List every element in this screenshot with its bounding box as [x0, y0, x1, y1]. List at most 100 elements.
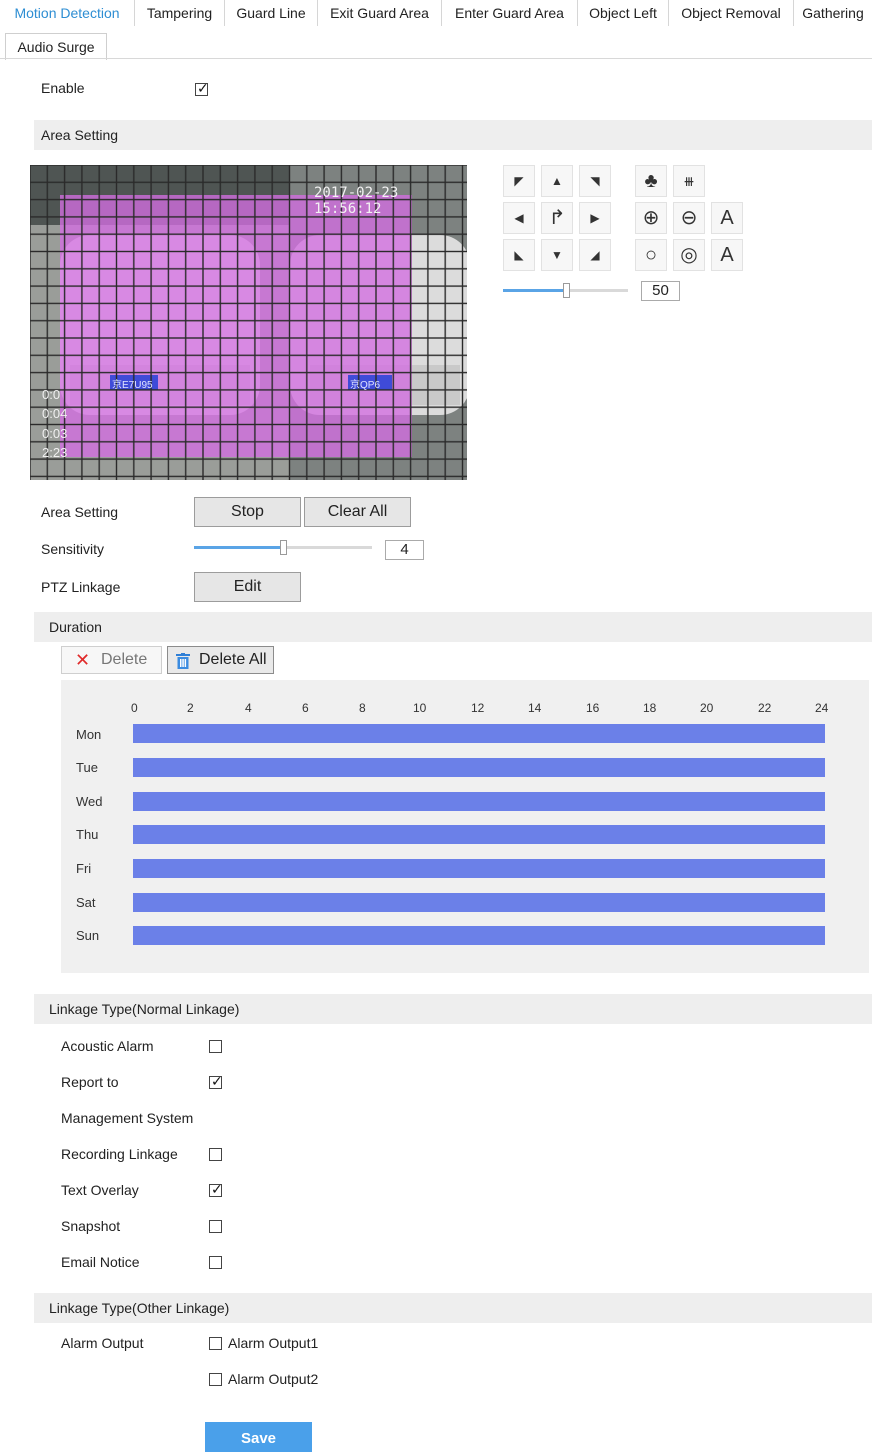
- iris-close-icon[interactable]: ◎: [673, 239, 705, 271]
- tab-motion-detection[interactable]: Motion Detection: [0, 0, 135, 26]
- ptz-speed-fill: [503, 289, 565, 292]
- focus-far-icon[interactable]: ⧻: [673, 165, 705, 197]
- tab-object-removal[interactable]: Object Removal: [669, 0, 794, 26]
- ptz-left-icon[interactable]: ◀: [503, 202, 535, 234]
- schedule-bar-fri[interactable]: [133, 859, 825, 878]
- email-notice-label: Email Notice: [61, 1254, 140, 1270]
- schedule-bar-thu[interactable]: [133, 825, 825, 844]
- day-label-tue: Tue: [76, 760, 98, 775]
- tab-tampering[interactable]: Tampering: [135, 0, 225, 26]
- event-tabs: Motion Detection Tampering Guard Line Ex…: [0, 0, 872, 60]
- tab-guard-line[interactable]: Guard Line: [225, 0, 318, 26]
- enable-checkbox[interactable]: [195, 80, 209, 97]
- delete-all-button[interactable]: Delete All: [167, 646, 274, 674]
- hour-label: 20: [700, 701, 714, 715]
- plate-text-2: 京QP6: [350, 380, 381, 391]
- overlay-line-1: 0:0: [42, 387, 61, 402]
- report-to-checkbox[interactable]: [209, 1073, 223, 1090]
- sensitivity-thumb[interactable]: [280, 540, 287, 555]
- clear-all-button[interactable]: Clear All: [304, 497, 411, 527]
- tab-audio-surge[interactable]: Audio Surge: [5, 33, 107, 60]
- alarm-output1-checkbox[interactable]: [209, 1337, 222, 1350]
- other-linkage-header: Linkage Type(Other Linkage): [34, 1293, 872, 1323]
- delete-all-label: Delete All: [199, 651, 267, 668]
- hour-label: 0: [131, 701, 138, 715]
- text-overlay-checkbox[interactable]: [209, 1181, 223, 1198]
- ptz-speed-value[interactable]: 50: [641, 281, 680, 301]
- auto-iris-icon[interactable]: A: [711, 239, 743, 271]
- hour-label: 8: [359, 701, 366, 715]
- delete-button[interactable]: ✕ Delete: [61, 646, 162, 674]
- auto-focus-icon[interactable]: A: [711, 202, 743, 234]
- hour-label: 6: [302, 701, 309, 715]
- schedule-bar-wed[interactable]: [133, 792, 825, 811]
- sensitivity-value[interactable]: 4: [385, 540, 424, 560]
- hour-label: 12: [471, 701, 485, 715]
- area-setting-label: Area Setting: [41, 504, 119, 520]
- delete-label: Delete: [101, 651, 148, 668]
- trash-icon: [176, 651, 190, 669]
- recording-linkage-label: Recording Linkage: [61, 1146, 178, 1162]
- tab-exit-guard-area[interactable]: Exit Guard Area: [318, 0, 442, 26]
- hour-label: 14: [528, 701, 542, 715]
- stop-button[interactable]: Stop: [194, 497, 301, 527]
- tab-object-left[interactable]: Object Left: [578, 0, 669, 26]
- area-setting-header: Area Setting: [34, 120, 872, 150]
- schedule-grid[interactable]: 0 2 4 6 8 10 12 14 16 18 20 22 24 Mon Tu…: [61, 680, 869, 973]
- iris-open-icon[interactable]: ○: [635, 239, 667, 271]
- overlay-line-4: 2:23: [42, 445, 68, 460]
- zoom-out-icon[interactable]: ⊖: [673, 202, 705, 234]
- report-to-label: Report to: [61, 1074, 119, 1090]
- plate-text-1: 京E7U95: [112, 380, 153, 391]
- recording-linkage-checkbox[interactable]: [209, 1148, 222, 1161]
- tab-gathering[interactable]: Gathering: [794, 0, 872, 26]
- tab-enter-guard-area[interactable]: Enter Guard Area: [442, 0, 578, 26]
- hour-label: 22: [758, 701, 772, 715]
- alarm-output2-label[interactable]: Alarm Output2: [228, 1371, 318, 1387]
- day-label-mon: Mon: [76, 727, 102, 742]
- day-label-sun: Sun: [76, 928, 100, 943]
- schedule-bar-sat[interactable]: [133, 893, 825, 912]
- normal-linkage-header: Linkage Type(Normal Linkage): [34, 994, 872, 1024]
- alarm-output-label: Alarm Output: [61, 1335, 144, 1351]
- video-preview[interactable]: 2017-02-23 15:56:12 京E7U95 京QP6 0:0 0:04…: [30, 165, 467, 480]
- area-setting-header-text: Area Setting: [41, 127, 119, 143]
- day-label-thu: Thu: [76, 827, 99, 842]
- ptz-down-left-icon[interactable]: ◣: [503, 239, 535, 271]
- snapshot-checkbox[interactable]: [209, 1220, 222, 1233]
- zoom-in-icon[interactable]: ⊕: [635, 202, 667, 234]
- ptz-up-left-icon[interactable]: ◤: [503, 165, 535, 197]
- email-notice-checkbox[interactable]: [209, 1256, 222, 1269]
- save-button[interactable]: Save: [205, 1422, 312, 1452]
- acoustic-alarm-label: Acoustic Alarm: [61, 1038, 154, 1054]
- ptz-speed-thumb[interactable]: [563, 283, 570, 298]
- ptz-down-icon[interactable]: ▼: [541, 239, 573, 271]
- hour-label: 4: [245, 701, 252, 715]
- ptz-right-icon[interactable]: ▶: [579, 202, 611, 234]
- ptz-up-icon[interactable]: ▲: [541, 165, 573, 197]
- tab-divider: [0, 58, 872, 59]
- hour-label: 10: [413, 701, 427, 715]
- schedule-bar-sun[interactable]: [133, 926, 825, 945]
- duration-header: Duration: [34, 612, 872, 642]
- normal-linkage-header-text: Linkage Type(Normal Linkage): [49, 1001, 240, 1017]
- alarm-output2-checkbox[interactable]: [209, 1373, 222, 1386]
- day-label-sat: Sat: [76, 895, 96, 910]
- ptz-down-right-icon[interactable]: ◢: [579, 239, 611, 271]
- focus-near-icon[interactable]: ♣: [635, 165, 667, 197]
- duration-header-text: Duration: [49, 619, 102, 635]
- edit-button[interactable]: Edit: [194, 572, 301, 602]
- schedule-bar-tue[interactable]: [133, 758, 825, 777]
- overlay-line-2: 0:04: [42, 406, 68, 421]
- enable-label: Enable: [41, 80, 85, 96]
- hour-label: 16: [586, 701, 600, 715]
- alarm-output1-label[interactable]: Alarm Output1: [228, 1335, 318, 1351]
- delete-x-icon: ✕: [75, 650, 91, 670]
- schedule-bar-mon[interactable]: [133, 724, 825, 743]
- day-label-fri: Fri: [76, 861, 92, 876]
- hour-label: 2: [187, 701, 194, 715]
- ptz-auto-rotate-icon[interactable]: ↱: [541, 202, 573, 234]
- ptz-up-right-icon[interactable]: ◥: [579, 165, 611, 197]
- sensitivity-fill: [194, 546, 282, 549]
- acoustic-alarm-checkbox[interactable]: [209, 1040, 222, 1053]
